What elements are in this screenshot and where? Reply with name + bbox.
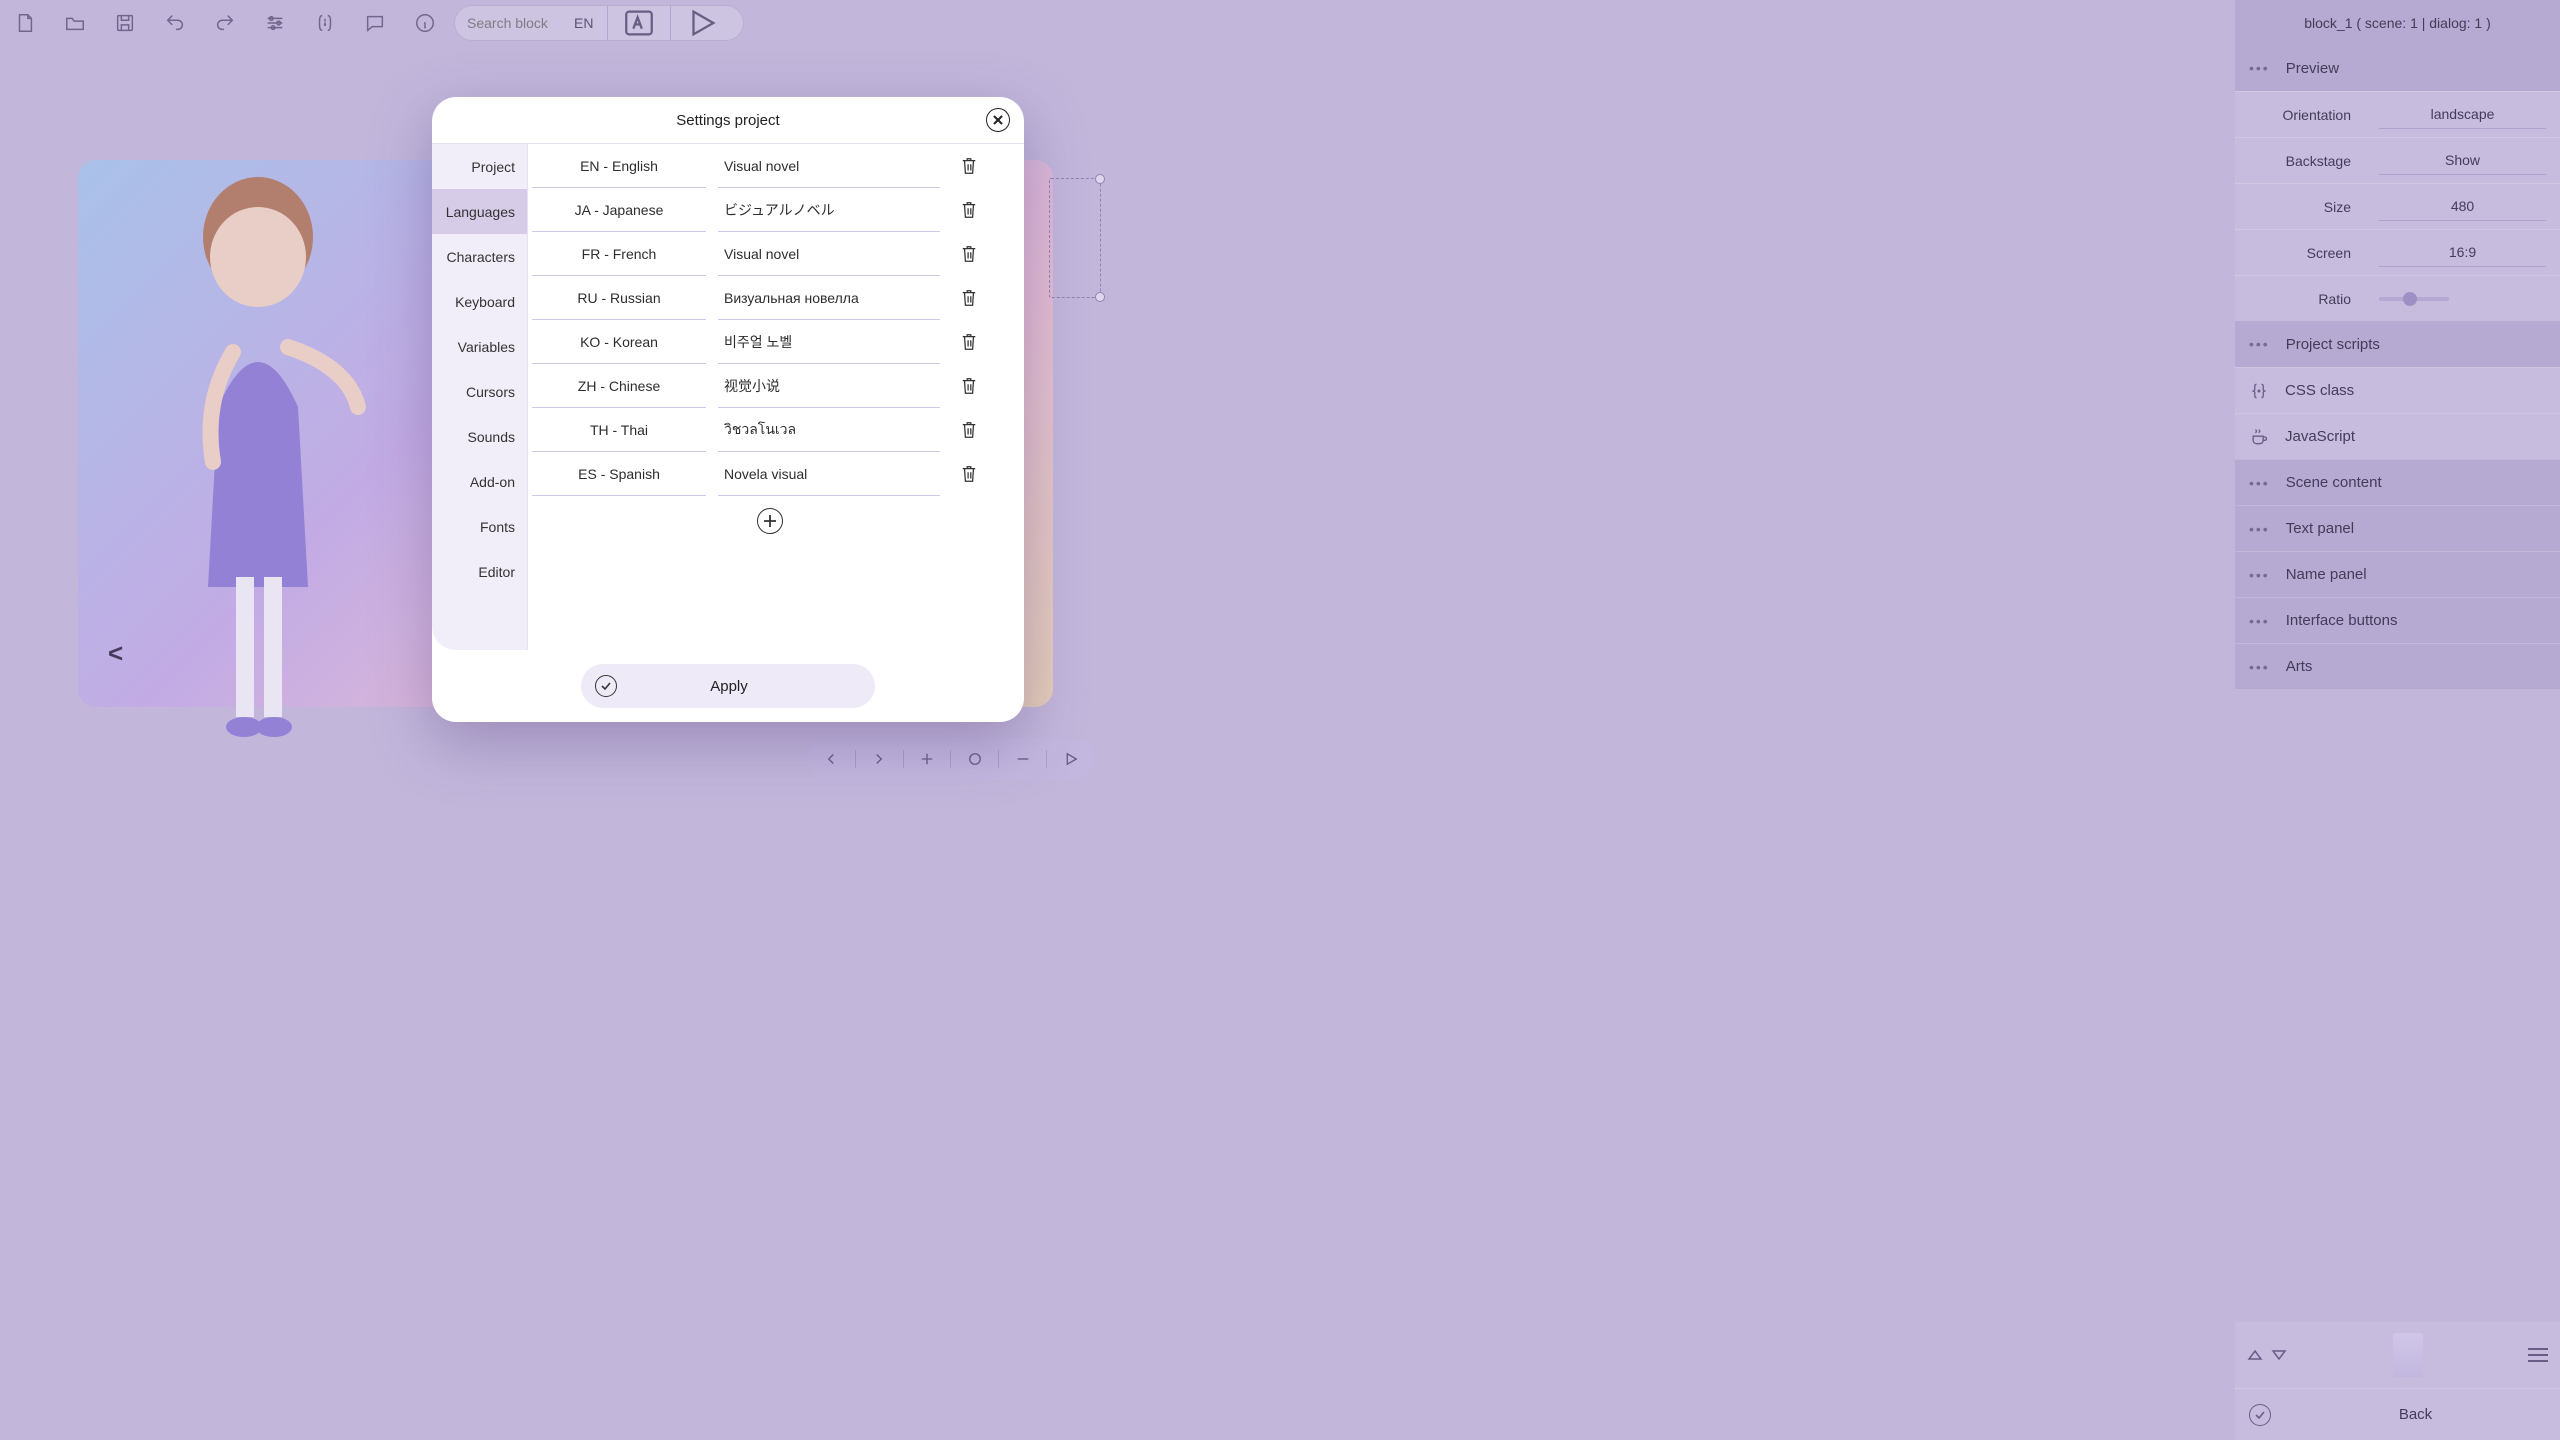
tab-languages[interactable]: Languages [432,189,527,234]
tab-keyboard[interactable]: Keyboard [432,279,527,324]
trash-icon [960,376,978,396]
delete-language-button[interactable] [960,188,978,232]
lang-code-cell[interactable]: KO - Korean [532,320,706,364]
tab-characters[interactable]: Characters [432,234,527,279]
app-root: EN block_1 ( scene: 1 | dialog: 1 ) •••P… [0,0,2560,1440]
modal-title: Settings project [432,97,1024,143]
delete-language-button[interactable] [960,452,978,496]
lang-title-cell[interactable]: Visual novel [718,232,940,276]
trash-icon [960,420,978,440]
modal-scrim[interactable] [0,0,2560,1440]
lang-code-cell[interactable]: ES - Spanish [532,452,706,496]
lang-title-cell[interactable]: Novela visual [718,452,940,496]
tab-fonts[interactable]: Fonts [432,504,527,549]
close-button[interactable] [986,108,1010,132]
languages-content: EN - EnglishJA - JapaneseFR - FrenchRU -… [528,144,1024,650]
lang-code-cell[interactable]: FR - French [532,232,706,276]
lang-code-cell[interactable]: TH - Thai [532,408,706,452]
delete-language-button[interactable] [960,408,978,452]
tab-cursors[interactable]: Cursors [432,369,527,414]
delete-language-button[interactable] [960,320,978,364]
tab-variables[interactable]: Variables [432,324,527,369]
lang-title-cell[interactable]: 视觉小说 [718,364,940,408]
trash-icon [960,464,978,484]
trash-icon [960,244,978,264]
lang-title-cell[interactable]: 비주얼 노벨 [718,320,940,364]
trash-icon [960,288,978,308]
delete-language-button[interactable] [960,364,978,408]
delete-language-button[interactable] [960,232,978,276]
trash-icon [960,332,978,352]
add-language-button[interactable] [757,508,783,534]
lang-title-cell[interactable]: วิชวลโนเวล [718,408,940,452]
lang-code-cell[interactable]: EN - English [532,144,706,188]
tab-project[interactable]: Project [432,144,527,189]
settings-modal: Settings project ProjectLanguagesCharact… [432,97,1024,722]
lang-title-cell[interactable]: Visual novel [718,144,940,188]
lang-code-cell[interactable]: RU - Russian [532,276,706,320]
lang-title-cell[interactable]: ビジュアルノベル [718,188,940,232]
apply-button[interactable]: Apply [581,664,875,708]
tab-sounds[interactable]: Sounds [432,414,527,459]
lang-code-cell[interactable]: JA - Japanese [532,188,706,232]
lang-title-cell[interactable]: Визуальная новелла [718,276,940,320]
tab-add-on[interactable]: Add-on [432,459,527,504]
lang-code-cell[interactable]: ZH - Chinese [532,364,706,408]
tab-editor[interactable]: Editor [432,549,527,594]
settings-tabs: ProjectLanguagesCharactersKeyboardVariab… [432,144,528,650]
trash-icon [960,156,978,176]
delete-language-button[interactable] [960,276,978,320]
delete-language-button[interactable] [960,144,978,188]
trash-icon [960,200,978,220]
